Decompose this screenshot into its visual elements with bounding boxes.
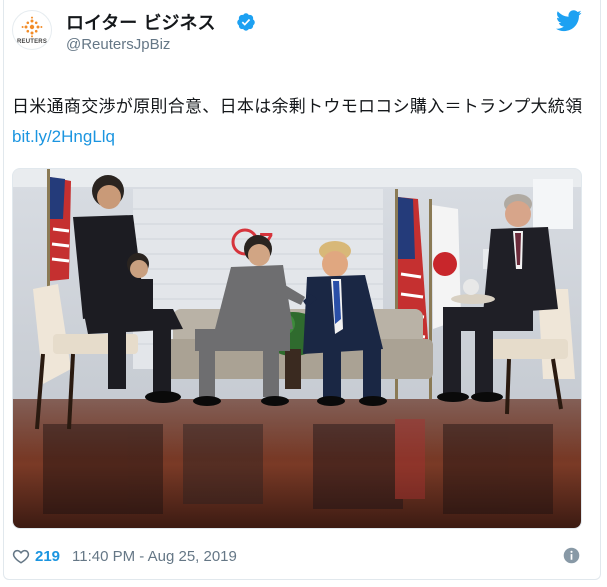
avatar-label: REUTERS — [16, 38, 48, 45]
like-count[interactable]: 219 — [35, 548, 60, 565]
tweet-link[interactable]: bit.ly/2HngLlq — [12, 127, 115, 146]
screen-name[interactable]: @ReutersJpBiz — [66, 36, 170, 53]
meeting-photo: 7 — [13, 169, 581, 528]
tweet-card: REUTERS ロイター ビジネス @ReutersJpBiz 日米通商交渉が原… — [0, 0, 607, 587]
reuters-logo-icon — [21, 16, 43, 37]
display-name[interactable]: ロイター ビジネス — [66, 9, 216, 35]
tweet-text: 日米通商交渉が原則合意、日本は余剰トウモロコシ購入＝トランプ大統領 bit.ly… — [12, 93, 584, 152]
twitter-bird-icon[interactable] — [556, 10, 582, 32]
avatar[interactable]: REUTERS — [12, 10, 52, 50]
tweet-footer: 219 11:40 PM - Aug 25, 2019 — [12, 545, 584, 567]
tweet-photo[interactable]: 7 — [12, 168, 582, 529]
timestamp[interactable]: 11:40 PM - Aug 25, 2019 — [72, 548, 237, 565]
tweet-body: 日米通商交渉が原則合意、日本は余剰トウモロコシ購入＝トランプ大統領 — [12, 97, 583, 117]
heart-icon[interactable] — [12, 547, 30, 565]
verified-badge-icon — [237, 13, 255, 31]
info-icon[interactable] — [563, 547, 580, 564]
